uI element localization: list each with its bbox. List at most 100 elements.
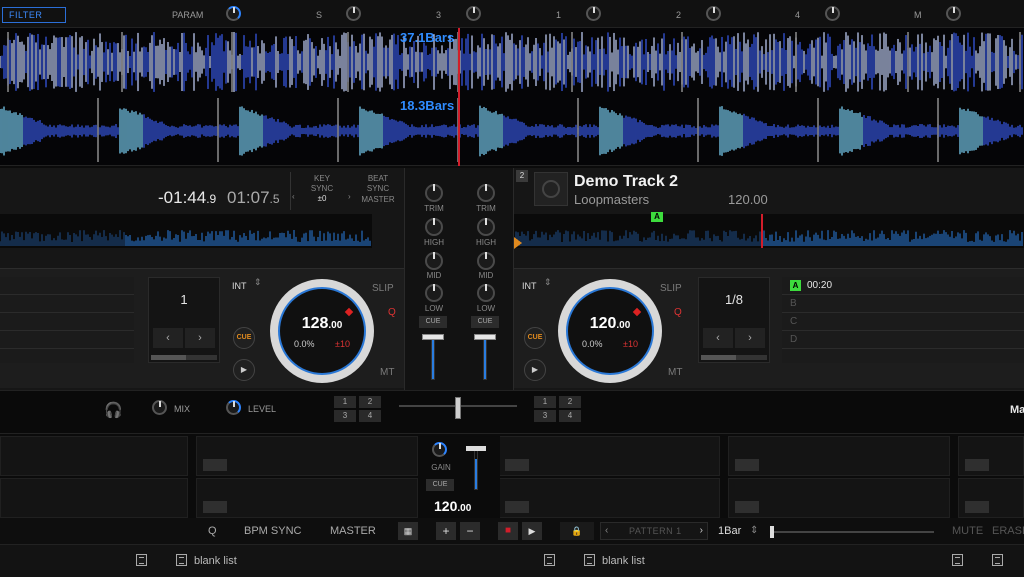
deck2-zoom-waveform[interactable]: 18.3Bars (0, 96, 1024, 166)
jog-wheel[interactable]: 128.00 0.0% ±10 (270, 279, 374, 383)
fx-assign-button[interactable]: 1 (534, 396, 556, 408)
beat-sync-button[interactable]: BEAT SYNC (358, 174, 398, 194)
list-name[interactable]: blank list (602, 555, 645, 567)
lock-icon[interactable]: 🔒 (560, 522, 594, 540)
channel-fader-cap[interactable] (474, 334, 496, 340)
fx-slot-knob[interactable] (466, 6, 481, 21)
hotcue-row[interactable]: A 00:20 (782, 277, 1024, 295)
minus-button[interactable]: − (460, 522, 480, 540)
list-icon[interactable] (952, 554, 963, 566)
mute-button[interactable]: MUTE (952, 525, 983, 537)
key-sync-label[interactable]: KEY SYNC (300, 174, 344, 194)
pattern-prev-arrow[interactable]: ‹ (605, 525, 608, 536)
channel-cue-button[interactable]: CUE (471, 316, 499, 328)
mid-eq-knob[interactable] (477, 252, 495, 270)
cue-button[interactable]: CUE (233, 327, 255, 349)
loop-double-button[interactable]: › (185, 328, 215, 348)
slip-button[interactable]: SLIP (660, 283, 682, 294)
sampler-slot[interactable] (498, 478, 720, 518)
fx-slot-knob[interactable] (706, 6, 721, 21)
pattern-selector[interactable]: ‹ PATTERN 1 › (600, 522, 708, 540)
sampler-slot[interactable] (0, 436, 188, 476)
quantize-button[interactable]: Q (674, 307, 682, 318)
fx-assign-button[interactable]: 1 (334, 396, 356, 408)
sampler-slot[interactable] (196, 436, 418, 476)
trim-knob[interactable] (425, 184, 443, 202)
sampler-slot[interactable] (498, 436, 720, 476)
sampler-slot[interactable] (196, 478, 418, 518)
plus-button[interactable]: + (436, 522, 456, 540)
loop-halve-button[interactable]: ‹ (703, 328, 733, 348)
high-eq-knob[interactable] (477, 218, 495, 236)
sampler-gain-knob[interactable] (432, 442, 447, 457)
grid-view-icon[interactable]: ▦ (398, 522, 418, 540)
headphone-level-knob[interactable] (226, 400, 241, 415)
sampler-fader-cap[interactable] (466, 446, 486, 451)
channel-fader-cap[interactable] (422, 334, 444, 340)
chevron-updown-icon[interactable]: ⇕ (750, 525, 758, 536)
hotcue-row[interactable] (0, 277, 134, 295)
hotcue-row[interactable] (0, 331, 134, 349)
sampler-fader-track[interactable] (474, 450, 478, 490)
hotcue-row[interactable]: D (782, 331, 1024, 349)
fx-assign-button[interactable]: 4 (359, 410, 381, 422)
pattern-next-arrow[interactable]: › (700, 525, 703, 536)
loop-halve-button[interactable]: ‹ (153, 328, 183, 348)
chevron-updown-icon[interactable]: ⇕ (544, 277, 552, 288)
channel-cue-button[interactable]: CUE (419, 316, 447, 328)
mid-eq-knob[interactable] (425, 252, 443, 270)
sampler-slot[interactable] (958, 436, 1024, 476)
quantize-button[interactable]: Q (388, 307, 396, 318)
master-button[interactable]: MASTER (358, 195, 398, 205)
record-button[interactable]: ■ (498, 522, 518, 540)
sampler-slot[interactable] (728, 478, 950, 518)
fx-assign-button[interactable]: 3 (334, 410, 356, 422)
hotcue-marker[interactable]: A (651, 212, 663, 222)
chevron-updown-icon[interactable]: ⇕ (254, 277, 262, 288)
jog-wheel[interactable]: 120.00 0.0% ±10 (558, 279, 662, 383)
list-icon[interactable] (544, 554, 555, 566)
param-knob[interactable] (226, 6, 241, 21)
hotcue-row[interactable] (0, 313, 134, 331)
key-up-arrow[interactable]: › (348, 192, 351, 202)
fx-assign-button[interactable]: 3 (534, 410, 556, 422)
channel-fader-track[interactable] (483, 334, 487, 380)
sampler-slot[interactable] (958, 478, 1024, 518)
filter-button[interactable]: FILTER (2, 7, 66, 23)
bar-length[interactable]: 1Bar (718, 525, 741, 537)
trim-knob[interactable] (477, 184, 495, 202)
high-eq-knob[interactable] (425, 218, 443, 236)
list-name[interactable]: blank list (194, 555, 237, 567)
fx-slot-knob[interactable] (586, 6, 601, 21)
fx-assign-button[interactable]: 2 (559, 396, 581, 408)
play-button[interactable]: ▶ (524, 359, 546, 381)
play-button[interactable]: ▶ (233, 359, 255, 381)
channel-fader-track[interactable] (431, 334, 435, 380)
overview-waveform[interactable] (514, 214, 1024, 248)
sequence-position-cursor[interactable] (770, 526, 774, 538)
play-button[interactable]: ▶ (522, 522, 542, 540)
low-eq-knob[interactable] (425, 284, 443, 302)
hotcue-row[interactable]: C (782, 313, 1024, 331)
quantize-toggle[interactable]: Q (208, 525, 217, 537)
deck1-zoom-waveform[interactable]: 37.1Bars (0, 28, 1024, 96)
fx-slot-knob[interactable] (346, 6, 361, 21)
list-icon[interactable] (136, 554, 147, 566)
sampler-slot[interactable] (728, 436, 950, 476)
hotcue-row[interactable] (0, 295, 134, 313)
loop-double-button[interactable]: › (735, 328, 765, 348)
erase-button[interactable]: ERASE (992, 525, 1024, 537)
key-down-arrow[interactable]: ‹ (292, 192, 295, 202)
headphone-mix-knob[interactable] (152, 400, 167, 415)
fx-slot-knob[interactable] (946, 6, 961, 21)
hotcue-row[interactable]: B (782, 295, 1024, 313)
master-button[interactable]: MASTER (330, 525, 376, 537)
master-tempo-button[interactable]: MT (668, 367, 682, 378)
low-eq-knob[interactable] (477, 284, 495, 302)
slip-button[interactable]: SLIP (372, 283, 394, 294)
fx-slot-knob[interactable] (825, 6, 840, 21)
fx-assign-button[interactable]: 4 (559, 410, 581, 422)
master-tempo-button[interactable]: MT (380, 367, 394, 378)
sampler-cue-button[interactable]: CUE (426, 479, 454, 491)
bpm-sync-button[interactable]: BPM SYNC (244, 525, 301, 537)
